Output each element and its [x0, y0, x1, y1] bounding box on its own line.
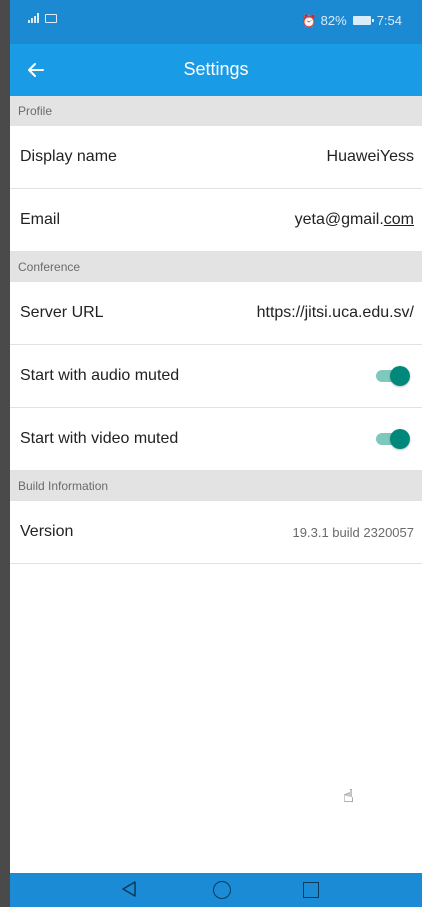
- section-header-profile: Profile: [10, 96, 422, 126]
- app-bar: Settings: [10, 44, 422, 96]
- email-label: Email: [20, 211, 61, 228]
- alarm-icon: ⏰: [301, 13, 317, 28]
- signal-icon: [28, 13, 39, 23]
- audio-muted-label: Start with audio muted: [20, 367, 180, 384]
- version-label: Version: [20, 523, 74, 540]
- email-user: yeta@gmail.: [294, 211, 384, 228]
- status-time: 7:54: [376, 13, 402, 28]
- settings-list: Profile Display name HuaweiYess Email ye…: [10, 96, 422, 564]
- nav-recents-icon[interactable]: [303, 882, 319, 898]
- battery-percent: 82%: [320, 13, 347, 28]
- page-title: Settings: [183, 59, 249, 79]
- nav-back-icon[interactable]: [121, 880, 137, 898]
- section-header-conference: Conference: [10, 252, 422, 282]
- nav-home-icon[interactable]: [213, 881, 231, 899]
- server-url-value[interactable]: https://jitsi.uca.edu.sv/: [257, 304, 414, 322]
- message-icon: [45, 13, 57, 23]
- display-name-label: Display name: [20, 148, 117, 165]
- device-frame: ⏰ 82% 7:54 Settings Profile Display name…: [0, 0, 426, 907]
- window-edge: [0, 0, 10, 907]
- version-row: Version 19.3.1 build 2320057: [10, 501, 422, 564]
- audio-muted-toggle[interactable]: [376, 366, 410, 386]
- email-row[interactable]: Email yeta@gmail.com: [10, 189, 422, 252]
- hand-cursor-icon: ☝: [343, 786, 354, 806]
- status-right-info: ⏰ 82% 7:54: [302, 13, 402, 28]
- version-value: 19.3.1 build 2320057: [292, 524, 414, 540]
- section-header-build-info: Build Information: [10, 471, 422, 501]
- email-tld: com: [383, 211, 414, 228]
- video-muted-toggle[interactable]: [376, 429, 410, 449]
- server-url-label: Server URL: [20, 304, 104, 321]
- audio-muted-row[interactable]: Start with audio muted: [10, 345, 422, 408]
- system-nav-bar: [10, 873, 422, 907]
- video-muted-label: Start with video muted: [20, 430, 179, 447]
- server-url-row[interactable]: Server URL https://jitsi.uca.edu.sv/: [10, 282, 422, 345]
- display-name-value[interactable]: HuaweiYess: [327, 148, 414, 166]
- video-muted-row[interactable]: Start with video muted: [10, 408, 422, 471]
- phone-screen: ⏰ 82% 7:54 Settings Profile Display name…: [10, 0, 422, 907]
- toggle-thumb: [390, 429, 410, 449]
- battery-icon: [352, 16, 374, 25]
- email-value[interactable]: yeta@gmail.com: [295, 211, 414, 229]
- status-bar: ⏰ 82% 7:54: [10, 0, 422, 44]
- status-left-icons: [28, 13, 57, 23]
- display-name-row[interactable]: Display name HuaweiYess: [10, 126, 422, 189]
- toggle-thumb: [390, 366, 410, 386]
